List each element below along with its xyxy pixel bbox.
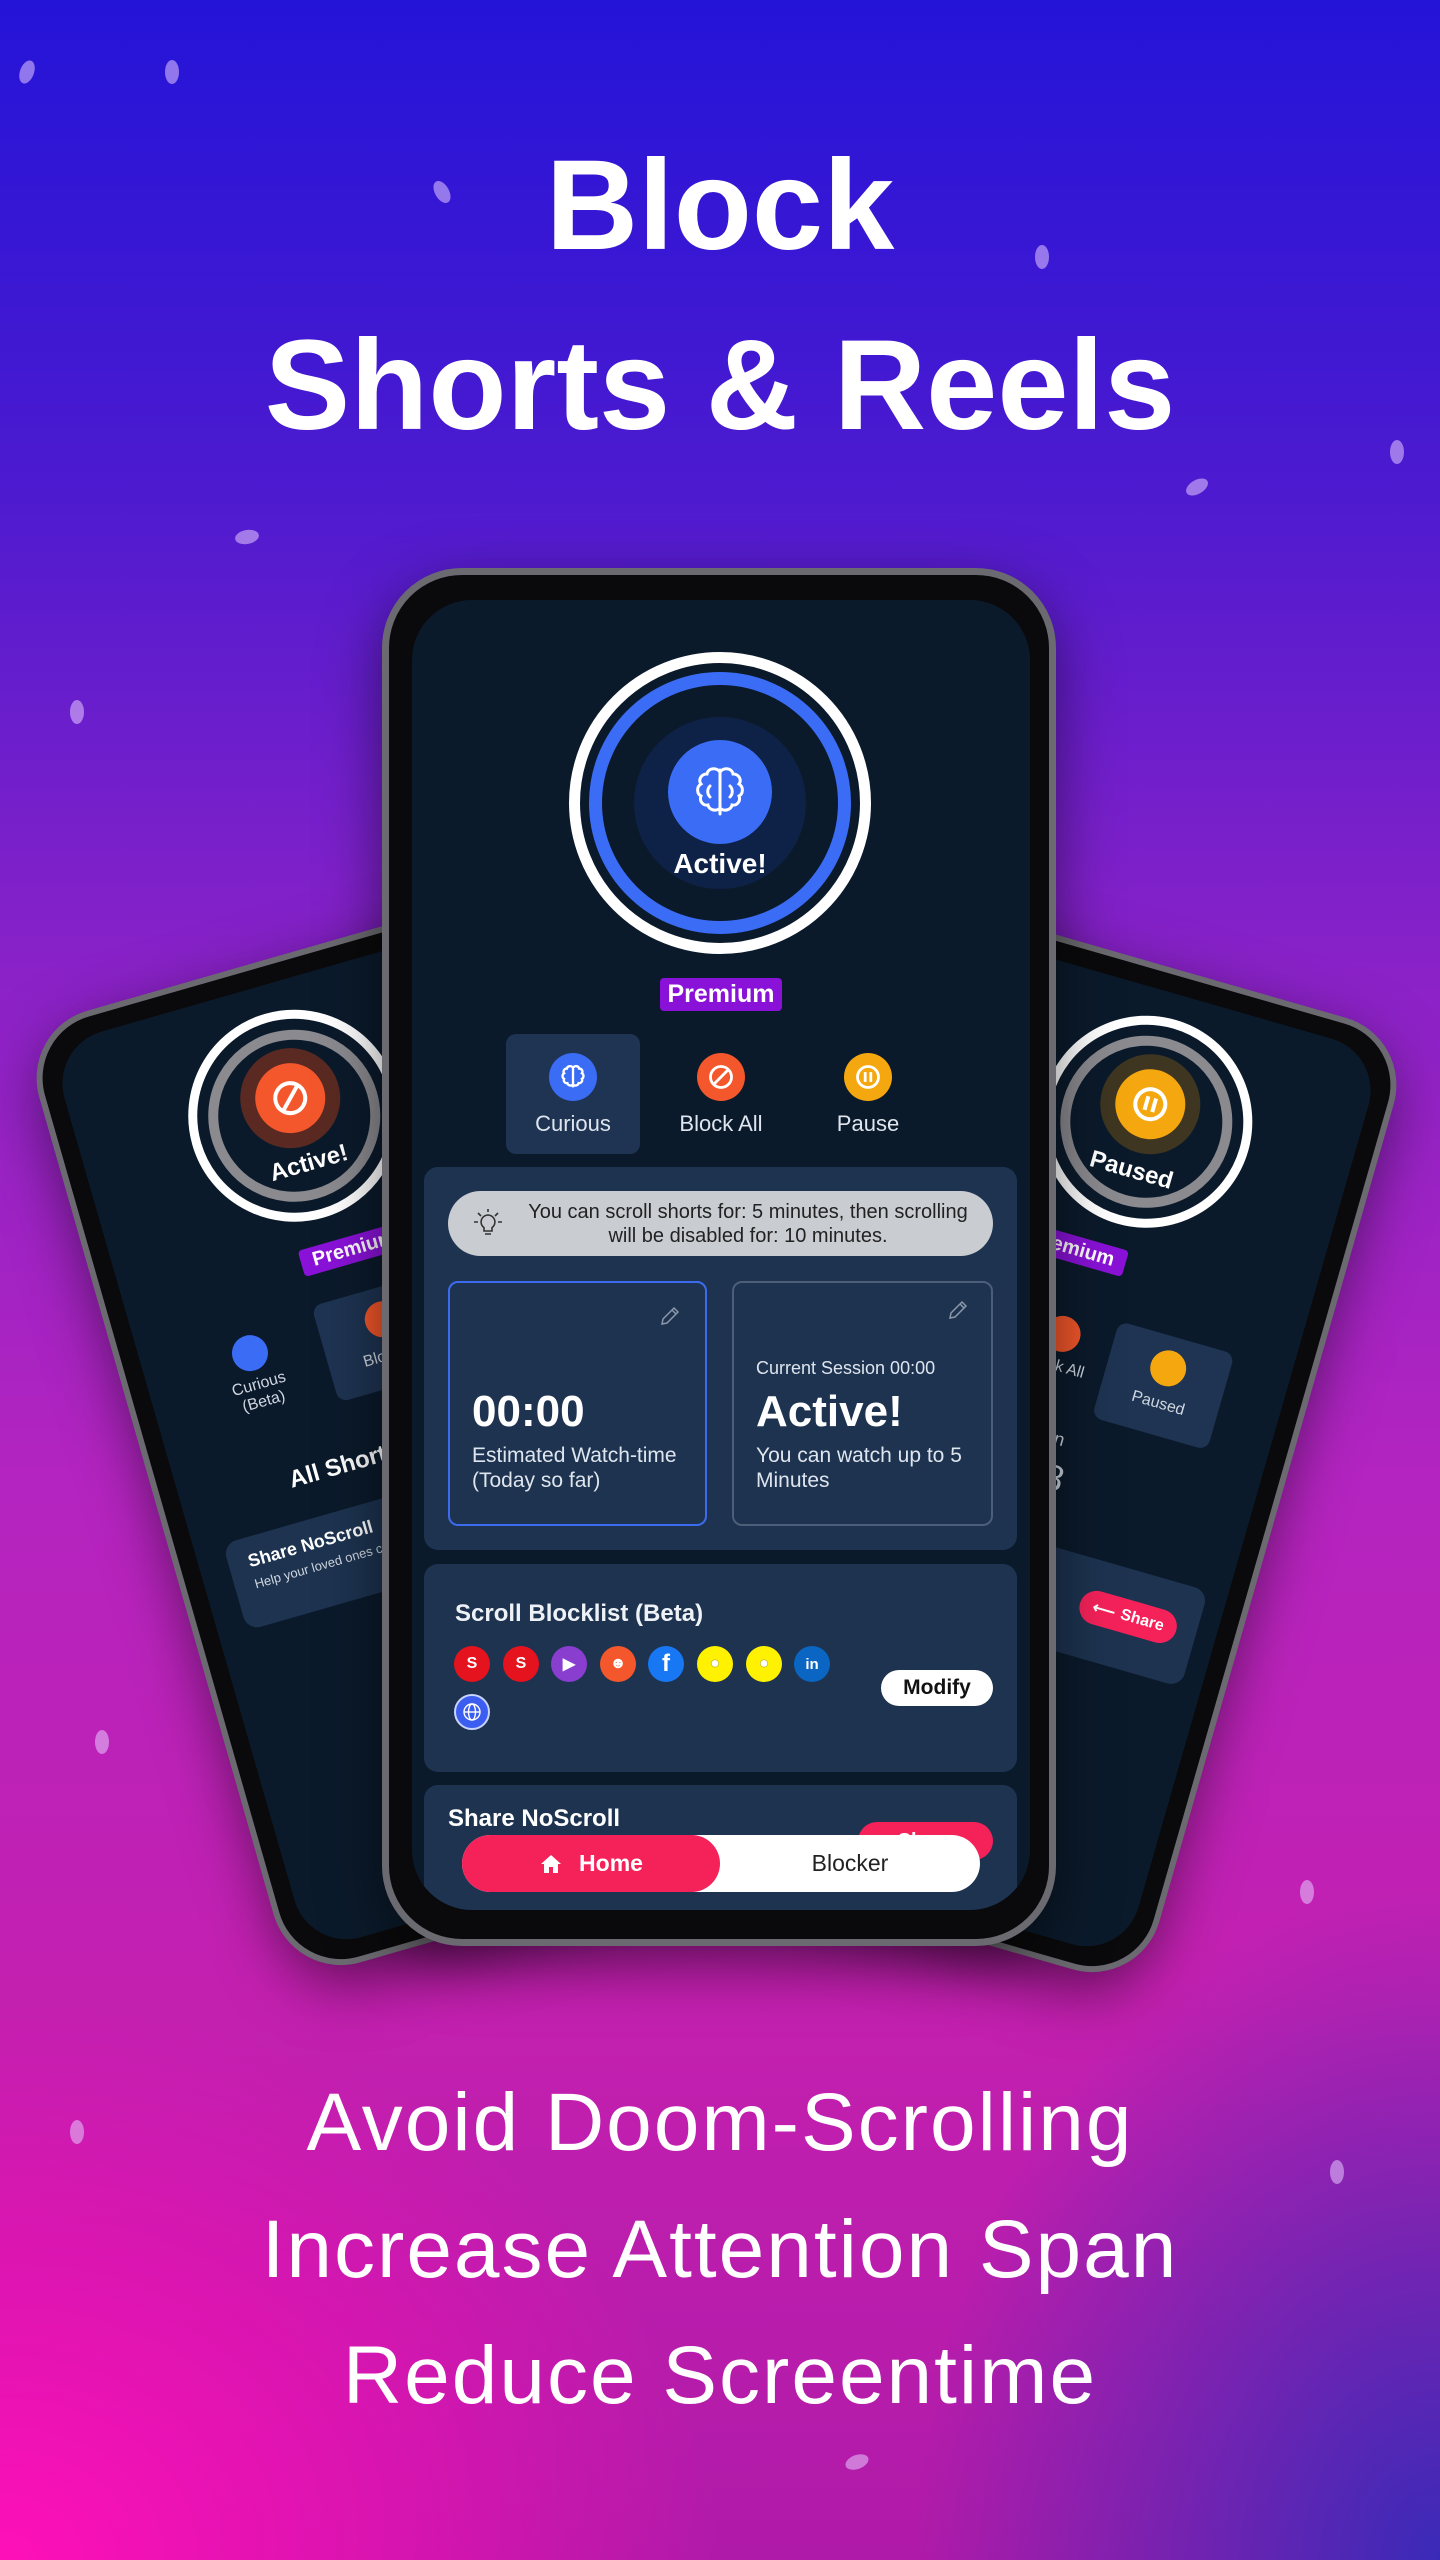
snapchat-icon: ● [746, 1646, 782, 1682]
watch-time-value: 00:00 [472, 1387, 585, 1436]
mode-curious-label: Curious [535, 1111, 611, 1136]
share-icon: ⟵ [1090, 1599, 1118, 1622]
petal [1300, 1880, 1314, 1904]
pause-icon[interactable] [844, 1053, 892, 1101]
mode-pause-label[interactable]: Pause [801, 1111, 935, 1137]
share-title: Share NoScroll [448, 1805, 621, 1832]
session-card[interactable]: Current Session 00:00 Active! You can wa… [732, 1281, 993, 1526]
petal [165, 60, 179, 84]
bottom-nav: Home Blocker [462, 1835, 980, 1892]
stats-panel: You can scroll shorts for: 5 minutes, th… [424, 1167, 1017, 1550]
petal [70, 700, 84, 724]
blocklist-panel: Scroll Blocklist (Beta) S S ▶ ☻ f ● ● in… [424, 1564, 1017, 1772]
pencil-icon[interactable] [947, 1299, 969, 1321]
share-button[interactable]: ⟵ Share [1075, 1586, 1181, 1648]
petal [843, 2451, 871, 2473]
watch-time-label: Estimated Watch-time (Today so far) [472, 1444, 677, 1492]
headline-line-2: Shorts & Reels [264, 314, 1176, 457]
reddit-icon: ☻ [600, 1646, 636, 1682]
tagline-1: Avoid Doom-Scrolling [306, 2077, 1134, 2168]
blocklist-title: Scroll Blocklist (Beta) [455, 1600, 704, 1627]
petal [1183, 474, 1211, 500]
tagline-3: Reduce Screentime [342, 2330, 1098, 2421]
youtube-shorts-icon: S [454, 1646, 490, 1682]
nav-home-label: Home [579, 1850, 643, 1876]
petal [95, 1730, 109, 1754]
tagline-2: Increase Attention Span [261, 2204, 1179, 2295]
pause-icon [1145, 1346, 1191, 1391]
linkedin-icon: in [794, 1646, 830, 1682]
tip-banner: You can scroll shorts for: 5 minutes, th… [448, 1191, 993, 1256]
nav-home[interactable]: Home [462, 1835, 720, 1892]
block-icon[interactable] [697, 1053, 745, 1101]
nav-blocker[interactable]: Blocker [720, 1835, 980, 1892]
youtube-shorts-icon: S [503, 1646, 539, 1682]
pencil-icon[interactable] [659, 1305, 681, 1327]
mode-block-all-label[interactable]: Block All [654, 1111, 788, 1137]
session-label: You can watch up to 5 Minutes [756, 1444, 962, 1492]
brain-icon [668, 740, 772, 844]
status-label: Active! [673, 848, 767, 879]
watch-time-card[interactable]: 00:00 Estimated Watch-time (Today so far… [448, 1281, 707, 1526]
snapchat-icon: ● [697, 1646, 733, 1682]
petal [16, 58, 38, 86]
mode-curious-label[interactable]: Curious (Beta) [209, 1362, 315, 1424]
home-icon [541, 1854, 562, 1873]
session-value: Active! [756, 1387, 903, 1436]
facebook-icon: f [648, 1646, 684, 1682]
tip-text: You can scroll shorts for: 5 minutes, th… [528, 1201, 968, 1247]
modify-button[interactable]: Modify [881, 1670, 993, 1706]
instagram-reels-icon: ▶ [551, 1646, 587, 1682]
petal [233, 528, 261, 546]
premium-badge[interactable]: Premium [660, 978, 782, 1011]
brain-icon [549, 1053, 597, 1101]
globe-icon [454, 1694, 490, 1730]
mode-paused[interactable]: Paused [1091, 1321, 1235, 1451]
share-button-label: Share [1118, 1606, 1166, 1635]
session-caption: Current Session 00:00 [756, 1358, 936, 1378]
lightbulb-icon [474, 1209, 502, 1235]
center-phone-screen: Active! Premium Curious Block All Pause … [412, 600, 1030, 1910]
headline-line-1: Block [545, 134, 895, 277]
mode-paused-label: Paused [1129, 1387, 1187, 1420]
mode-curious-icon [227, 1330, 273, 1376]
